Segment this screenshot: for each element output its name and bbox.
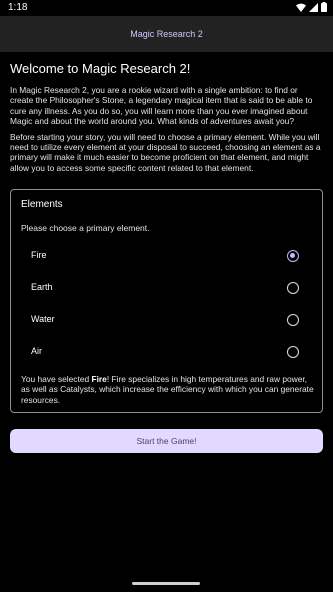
cellular-signal-icon xyxy=(309,2,318,12)
app-bar: Magic Research 2 xyxy=(0,16,333,52)
element-option-earth[interactable]: Earth xyxy=(11,274,322,302)
intro-paragraph: In Magic Research 2, you are a rookie wi… xyxy=(10,85,313,127)
battery-icon xyxy=(321,2,327,12)
welcome-heading: Welcome to Magic Research 2! xyxy=(10,61,191,76)
selected-prefix: You have selected xyxy=(21,374,92,384)
home-indicator[interactable] xyxy=(132,582,200,585)
wifi-icon xyxy=(296,3,306,12)
element-option-label: Air xyxy=(31,346,42,356)
elements-prompt: Please choose a primary element. xyxy=(21,223,150,233)
status-time: 1:18 xyxy=(8,2,28,13)
element-option-water[interactable]: Water xyxy=(11,306,322,334)
intro-section: Welcome to Magic Research 2! In Magic Re… xyxy=(10,60,323,178)
element-option-air[interactable]: Air xyxy=(11,338,322,366)
element-option-fire[interactable]: Fire xyxy=(11,242,322,270)
app-title: Magic Research 2 xyxy=(130,29,203,39)
element-option-label: Earth xyxy=(31,282,53,292)
radio-button-fire[interactable] xyxy=(287,250,299,262)
status-bar: 1:18 xyxy=(0,0,333,16)
element-option-label: Fire xyxy=(31,250,47,260)
start-game-button[interactable]: Start the Game! xyxy=(10,429,323,453)
selected-element-description: You have selected Fire! Fire specializes… xyxy=(21,374,316,405)
selected-element-name: Fire xyxy=(91,374,107,384)
radio-button-water[interactable] xyxy=(287,314,299,326)
radio-button-earth[interactable] xyxy=(287,282,299,294)
element-instructions: Before starting your story, you will nee… xyxy=(10,131,321,173)
elements-card: Elements Please choose a primary element… xyxy=(10,189,323,413)
start-game-label: Start the Game! xyxy=(136,436,197,446)
radio-button-air[interactable] xyxy=(287,346,299,358)
elements-card-title: Elements xyxy=(21,199,63,210)
status-icons xyxy=(296,2,327,12)
element-option-label: Water xyxy=(31,314,55,324)
